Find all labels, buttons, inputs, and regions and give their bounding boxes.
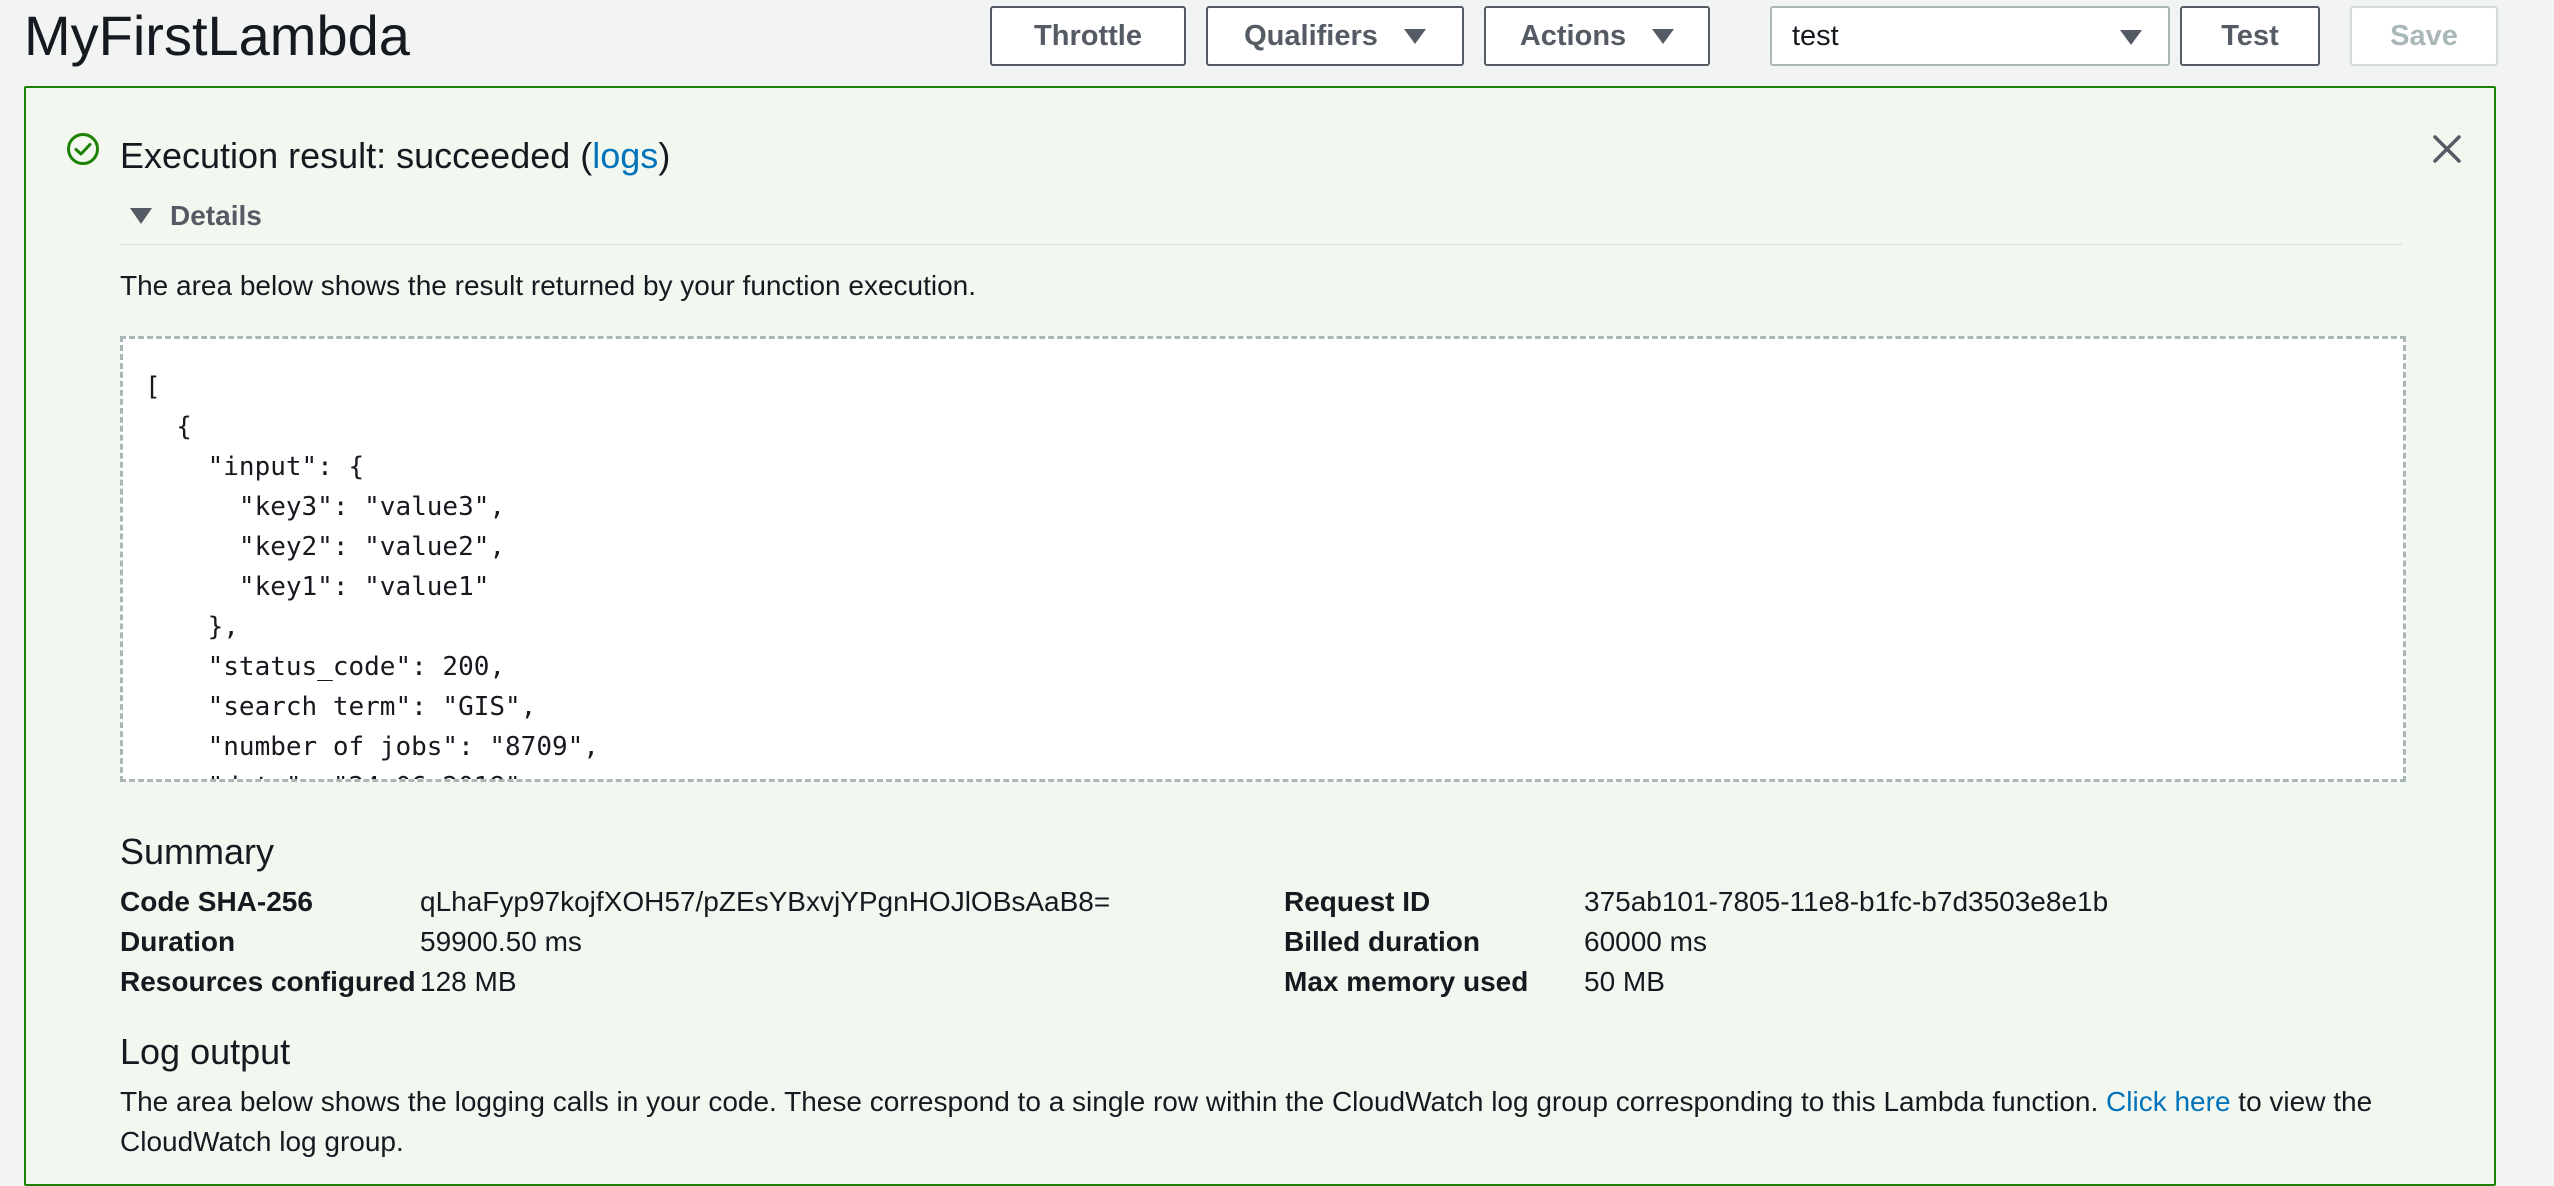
- resources-configured-label: Resources configured: [120, 966, 416, 997]
- actions-dropdown-button[interactable]: Actions: [1484, 6, 1710, 66]
- details-divider: [120, 244, 2402, 245]
- test-event-select[interactable]: test: [1770, 6, 2170, 66]
- function-name-title: MyFirstLambda: [24, 4, 410, 67]
- qualifiers-dropdown-button[interactable]: Qualifiers: [1206, 6, 1464, 66]
- logs-link[interactable]: logs: [592, 135, 658, 176]
- duration-label: Duration: [120, 926, 236, 957]
- caret-down-icon: [1403, 28, 1426, 44]
- code-sha-value: qLhaFyp97kojfXOH57/pZEsYBxvjYPgnHOJlOBsA…: [420, 886, 1111, 917]
- function-header: MyFirstLambda Throttle Qualifiers Action…: [0, 0, 2554, 84]
- billed-duration-label: Billed duration: [1284, 926, 1480, 957]
- throttle-button[interactable]: Throttle: [990, 6, 1186, 66]
- test-button[interactable]: Test: [2180, 6, 2320, 66]
- max-memory-value: 50 MB: [1584, 966, 1665, 997]
- caret-down-icon: [1652, 28, 1675, 44]
- billed-duration-value: 60000 ms: [1584, 926, 1707, 957]
- max-memory-label: Max memory used: [1284, 966, 1529, 997]
- result-heading-prefix: Execution result: succeeded (: [120, 135, 593, 176]
- execution-result-heading: Execution result: succeeded (logs): [120, 134, 670, 178]
- qualifiers-button-label: Qualifiers: [1244, 19, 1378, 52]
- result-json-text: [ { "input": { "key3": "value3", "key2":…: [145, 372, 599, 779]
- test-button-label: Test: [2221, 19, 2279, 52]
- summary-title: Summary: [120, 831, 275, 872]
- resources-configured-value: 128 MB: [420, 966, 517, 997]
- details-toggle-label: Details: [170, 200, 262, 231]
- triangle-down-icon: [130, 208, 152, 224]
- function-result-output[interactable]: [ { "input": { "key3": "value3", "key2":…: [120, 336, 2406, 782]
- actions-button-label: Actions: [1519, 19, 1627, 52]
- result-heading-suffix: ): [658, 135, 671, 176]
- cloudwatch-click-here-link[interactable]: Click here: [2106, 1086, 2230, 1117]
- throttle-button-label: Throttle: [1034, 19, 1142, 52]
- success-check-icon: [67, 133, 99, 165]
- code-sha-label: Code SHA-256: [120, 886, 313, 917]
- log-desc-text: The area below shows the logging calls i…: [120, 1086, 2107, 1117]
- close-icon[interactable]: [2422, 124, 2472, 174]
- details-toggle[interactable]: Details: [130, 200, 262, 232]
- save-button-label: Save: [2390, 19, 2458, 52]
- log-output-description: The area below shows the logging calls i…: [120, 1082, 2420, 1162]
- duration-value: 59900.50 ms: [420, 926, 582, 957]
- caret-down-icon: [2120, 30, 2142, 45]
- execution-result-panel: Execution result: succeeded (logs) Detai…: [24, 86, 2496, 1186]
- request-id-value: 375ab101-7805-11e8-b1fc-b7d3503e8e1b: [1584, 886, 2109, 917]
- result-description: The area below shows the result returned…: [120, 270, 977, 301]
- request-id-label: Request ID: [1284, 886, 1431, 917]
- log-output-title: Log output: [120, 1031, 291, 1072]
- save-button[interactable]: Save: [2350, 6, 2498, 66]
- test-event-selected-value: test: [1792, 19, 1839, 52]
